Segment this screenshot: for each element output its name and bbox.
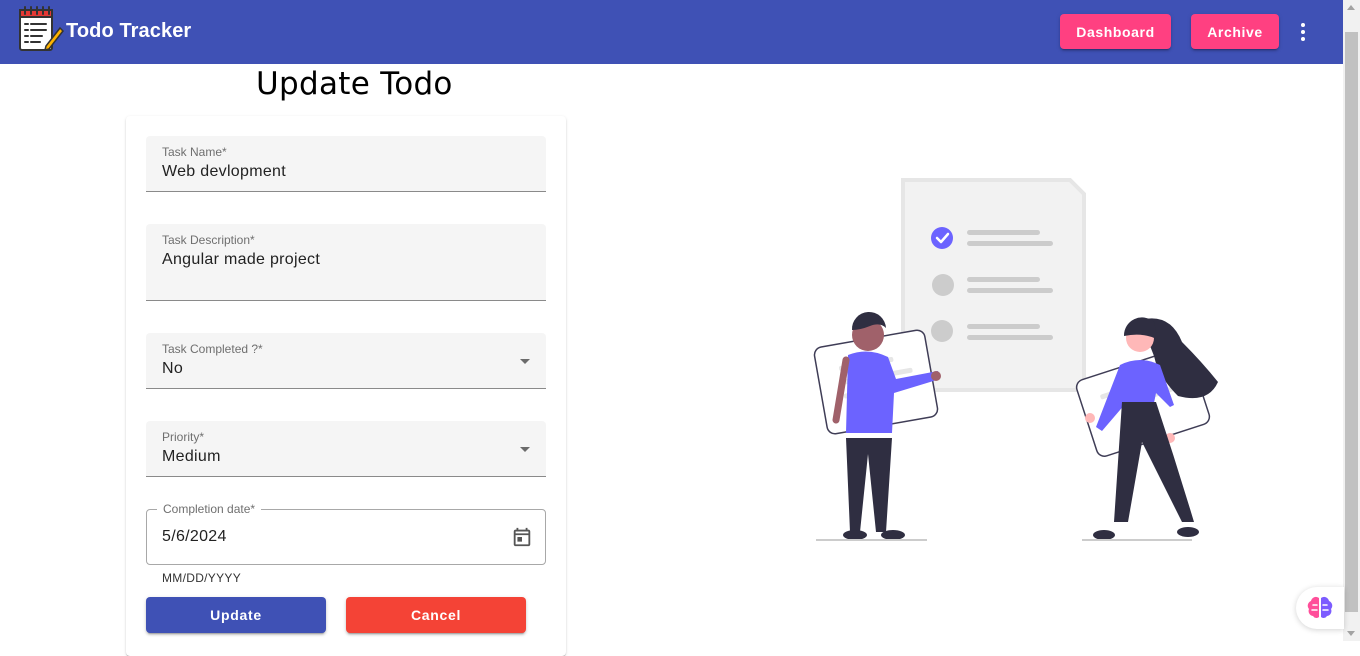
priority-label: Priority* — [162, 430, 205, 444]
page-title: Update Todo — [256, 66, 453, 102]
more-vert-icon[interactable] — [1290, 18, 1316, 46]
calendar-icon[interactable] — [511, 526, 533, 548]
task-completed-label: Task Completed ?* — [162, 342, 263, 356]
app-toolbar: Todo Tracker Dashboard Archive — [0, 0, 1343, 64]
scroll-up-arrow-icon[interactable] — [1347, 5, 1355, 10]
task-description-input[interactable]: Angular made project — [162, 251, 320, 269]
completion-date-field[interactable]: Completion date* 5/6/2024 — [146, 502, 546, 565]
update-button[interactable]: Update — [146, 597, 326, 633]
completion-date-label: Completion date* — [157, 502, 262, 516]
task-completed-value: No — [162, 360, 184, 377]
dashboard-button[interactable]: Dashboard — [1060, 14, 1171, 49]
dropdown-arrow-icon[interactable] — [520, 447, 530, 452]
task-description-field[interactable]: Task Description* Angular made project — [146, 224, 546, 301]
priority-value: Medium — [162, 448, 221, 465]
page-scrollbar[interactable] — [1343, 0, 1360, 641]
priority-select[interactable]: Priority* Medium — [146, 421, 546, 477]
task-name-label: Task Name* — [162, 145, 227, 159]
notepad-logo-icon — [19, 6, 64, 52]
dropdown-arrow-icon[interactable] — [520, 359, 530, 364]
brain-icon — [1307, 596, 1333, 618]
date-format-hint: MM/DD/YYYY — [162, 571, 242, 585]
task-name-input[interactable]: Web devlopment — [162, 163, 286, 181]
assistant-fab[interactable] — [1296, 587, 1344, 629]
app-title: Todo Tracker — [66, 20, 192, 42]
task-name-field[interactable]: Task Name* Web devlopment — [146, 136, 546, 192]
task-completed-select[interactable]: Task Completed ?* No — [146, 333, 546, 389]
cancel-button[interactable]: Cancel — [346, 597, 526, 633]
completion-date-input[interactable]: 5/6/2024 — [162, 528, 227, 546]
scroll-down-arrow-icon[interactable] — [1347, 631, 1355, 636]
scroll-thumb[interactable] — [1345, 32, 1358, 612]
archive-button[interactable]: Archive — [1191, 14, 1279, 49]
task-description-label: Task Description* — [162, 233, 255, 247]
people-checklist-illustration — [813, 178, 1218, 541]
